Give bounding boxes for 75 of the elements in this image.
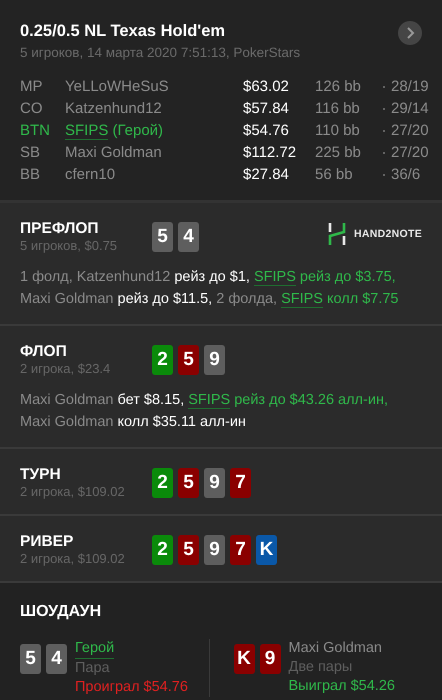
player-name: Katzenhund12	[65, 99, 163, 119]
logo-text: HAND2NOTE	[354, 228, 422, 240]
street-title: ПРЕФЛОП	[20, 219, 99, 238]
playing-card: 5	[178, 468, 199, 498]
player-stats: 36/6	[391, 165, 422, 185]
player-position: BTN	[20, 121, 51, 141]
playing-card: 2	[152, 535, 173, 565]
playing-card: 9	[204, 468, 225, 498]
stack-bb: 116 bb	[315, 99, 361, 119]
separator-dot	[383, 130, 385, 132]
player-name: Maxi Goldman	[288, 639, 382, 658]
player-stats: 29/14	[391, 99, 429, 119]
playing-card: 2	[152, 468, 173, 498]
player-position: CO	[20, 99, 44, 119]
separator-dot	[383, 152, 385, 154]
player-name: Maxi Goldman	[65, 143, 163, 163]
player-stack: $57.84	[243, 99, 290, 119]
logo-icon	[328, 223, 346, 245]
playing-card: K	[256, 535, 277, 565]
playing-card: 7	[230, 468, 251, 498]
player-link[interactable]: SFIPS	[254, 269, 296, 286]
player-stack: $54.76	[243, 121, 290, 141]
player-position: SB	[20, 143, 42, 163]
playing-card: 5	[152, 222, 173, 252]
stack-bb: 126 bb	[315, 77, 362, 97]
player-stats: 28/19	[391, 77, 429, 97]
hand-result: Выиграл $54.26	[288, 677, 395, 696]
playing-card: 5	[178, 535, 199, 565]
playing-card: 4	[46, 644, 67, 674]
stack-bb: 225 bb	[315, 143, 362, 163]
player-link[interactable]: SFIPS	[65, 122, 108, 140]
playing-card: 9	[260, 644, 280, 674]
playing-card: 9	[204, 535, 225, 565]
player-stack: $63.02	[243, 77, 290, 97]
playing-card: 7	[230, 535, 251, 565]
action-text: Maxi Goldman бет $8.15, SFIPS рейз до $43.26 алл-ин, Maxi Goldman колл $35.11 алл-ин	[20, 391, 389, 432]
playing-card: 5	[20, 644, 41, 674]
player-link[interactable]: Герой	[75, 639, 114, 659]
hand-rank: Две пары	[288, 658, 352, 677]
separator-dot	[383, 174, 385, 176]
player-position: BB	[20, 165, 42, 185]
chevron-right-icon	[405, 27, 415, 39]
next-button[interactable]	[398, 21, 422, 45]
street-info: 2 игрока, $23.4	[20, 361, 110, 377]
hand-title: 0.25/0.5 NL Texas Hold'em	[20, 21, 226, 42]
street-info: 2 игрока, $109.02	[20, 484, 125, 500]
player-name: cfern10	[65, 165, 116, 185]
playing-card: 2	[152, 345, 173, 375]
player-link[interactable]: SFIPS	[188, 392, 230, 409]
separator-dot	[383, 86, 385, 88]
street-title: ФЛОП	[20, 342, 67, 361]
street-title: РИВЕР	[20, 532, 74, 551]
player-stats: 27/20	[391, 143, 429, 163]
showdown-title: ШОУДАУН	[20, 602, 102, 622]
street-title: ТУРН	[20, 465, 61, 484]
player-stack: $112.72	[243, 143, 298, 163]
stack-bb: 110 bb	[315, 121, 361, 141]
hand-result: Проиграл $54.76	[75, 678, 188, 697]
separator-dot	[383, 108, 385, 110]
hand-rank: Пара	[75, 659, 110, 678]
player-stack: $27.84	[243, 165, 290, 185]
hand-subtitle: 5 игроков, 14 марта 2020 7:51:13, PokerStars	[20, 44, 300, 62]
playing-card: K	[234, 644, 254, 674]
street-info: 5 игроков, $0.75	[20, 238, 118, 254]
playing-card: 5	[178, 345, 199, 375]
player-name: YeLLoWHeSuS	[65, 77, 170, 97]
action-text: 1 фолд, Katzenhund12 рейз до $1, SFIPS рейз до $3.75, Maxi Goldman рейз до $11.5, 2 фолда, SFIPS колл $7.75	[20, 268, 400, 310]
stack-bb: 56 bb	[315, 165, 354, 185]
player-link[interactable]: SFIPS	[281, 291, 323, 308]
hero-tag: (Герой)	[108, 122, 164, 139]
street-info: 2 игрока, $109.02	[20, 551, 125, 567]
player-position: MP	[20, 77, 44, 97]
playing-card: 9	[204, 345, 225, 375]
playing-card: 4	[178, 222, 199, 252]
player-stats: 27/20	[391, 121, 429, 141]
